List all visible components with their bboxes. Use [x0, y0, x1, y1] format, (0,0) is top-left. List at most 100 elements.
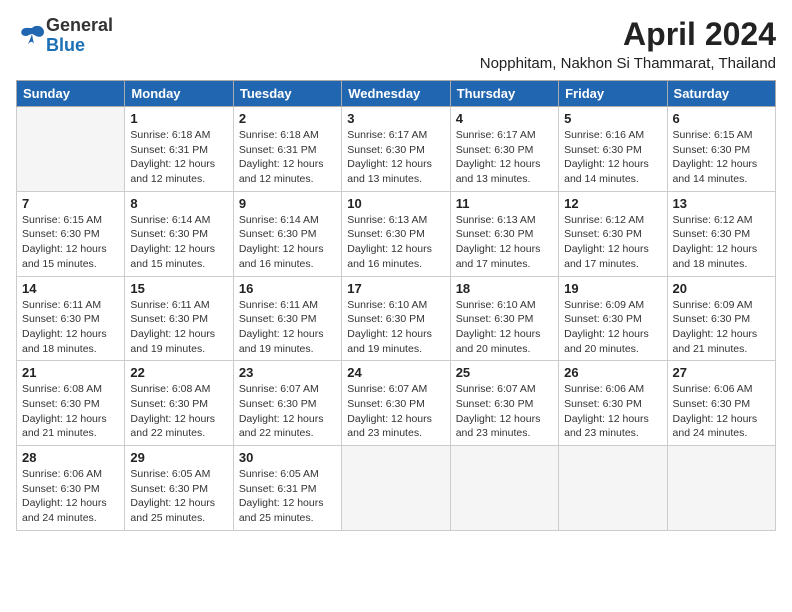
calendar-cell: 7Sunrise: 6:15 AMSunset: 6:30 PMDaylight…: [17, 191, 125, 276]
calendar-cell: 6Sunrise: 6:15 AMSunset: 6:30 PMDaylight…: [667, 107, 775, 192]
day-number: 5: [564, 111, 661, 126]
day-info: Sunrise: 6:13 AMSunset: 6:30 PMDaylight:…: [347, 213, 444, 272]
calendar-cell: 8Sunrise: 6:14 AMSunset: 6:30 PMDaylight…: [125, 191, 233, 276]
day-info: Sunrise: 6:07 AMSunset: 6:30 PMDaylight:…: [347, 382, 444, 441]
calendar-cell: 28Sunrise: 6:06 AMSunset: 6:30 PMDayligh…: [17, 446, 125, 531]
weekday-header: Monday: [125, 81, 233, 107]
calendar-cell: [450, 446, 558, 531]
calendar-week-row: 14 Sunrise: 6:11 AMSunset: 6:30 PMDayligh…: [17, 276, 776, 361]
calendar-cell: 27 Sunrise: 6:06 AMSunset: 6:30 PMDayligh…: [667, 361, 775, 446]
day-number: 4: [456, 111, 553, 126]
day-info: Sunrise: 6:06 AMSunset: 6:30 PMDaylight:…: [673, 382, 770, 441]
day-info: Sunrise: 6:07 AMSunset: 6:30 PMDaylight:…: [456, 382, 553, 441]
logo-text: General Blue: [46, 16, 113, 56]
day-number: 29: [130, 450, 227, 465]
day-info: Sunrise: 6:11 AMSunset: 6:30 PMDaylight:…: [22, 298, 119, 357]
day-info: Sunrise: 6:05 AMSunset: 6:30 PMDaylight:…: [130, 467, 227, 526]
day-info: Sunrise: 6:11 AMSunset: 6:30 PMDaylight:…: [239, 298, 336, 357]
calendar-cell: [559, 446, 667, 531]
day-info: Sunrise: 6:05 AMSunset: 6:31 PMDaylight:…: [239, 467, 336, 526]
day-number: 21: [22, 365, 119, 380]
day-number: 12: [564, 196, 661, 211]
day-info: Sunrise: 6:12 AMSunset: 6:30 PMDaylight:…: [673, 213, 770, 272]
day-info: Sunrise: 6:14 AMSunset: 6:30 PMDaylight:…: [130, 213, 227, 272]
calendar-week-row: 28Sunrise: 6:06 AMSunset: 6:30 PMDayligh…: [17, 446, 776, 531]
day-number: 3: [347, 111, 444, 126]
day-info: Sunrise: 6:09 AMSunset: 6:30 PMDaylight:…: [564, 298, 661, 357]
day-info: Sunrise: 6:10 AMSunset: 6:30 PMDaylight:…: [347, 298, 444, 357]
calendar-cell: 4 Sunrise: 6:17 AMSunset: 6:30 PMDaylight…: [450, 107, 558, 192]
calendar-cell: 30 Sunrise: 6:05 AMSunset: 6:31 PMDayligh…: [233, 446, 341, 531]
calendar-cell: 5 Sunrise: 6:16 AMSunset: 6:30 PMDaylight…: [559, 107, 667, 192]
day-number: 30: [239, 450, 336, 465]
weekday-header-row: SundayMondayTuesdayWednesdayThursdayFrid…: [17, 81, 776, 107]
calendar-cell: 29 Sunrise: 6:05 AMSunset: 6:30 PMDayligh…: [125, 446, 233, 531]
calendar-cell: 17Sunrise: 6:10 AMSunset: 6:30 PMDayligh…: [342, 276, 450, 361]
day-info: Sunrise: 6:08 AMSunset: 6:30 PMDaylight:…: [22, 382, 119, 441]
calendar-cell: 15 Sunrise: 6:11 AMSunset: 6:30 PMDayligh…: [125, 276, 233, 361]
weekday-header: Tuesday: [233, 81, 341, 107]
calendar-cell: 24 Sunrise: 6:07 AMSunset: 6:30 PMDayligh…: [342, 361, 450, 446]
calendar-week-row: 1 Sunrise: 6:18 AMSunset: 6:31 PMDaylight…: [17, 107, 776, 192]
day-info: Sunrise: 6:12 AMSunset: 6:30 PMDaylight:…: [564, 213, 661, 272]
day-info: Sunrise: 6:17 AMSunset: 6:30 PMDaylight:…: [456, 128, 553, 187]
day-number: 15: [130, 281, 227, 296]
weekday-header: Thursday: [450, 81, 558, 107]
calendar-cell: 14 Sunrise: 6:11 AMSunset: 6:30 PMDayligh…: [17, 276, 125, 361]
day-number: 6: [673, 111, 770, 126]
day-info: Sunrise: 6:16 AMSunset: 6:30 PMDaylight:…: [564, 128, 661, 187]
location-subtitle: Nopphitam, Nakhon Si Thammarat, Thailand: [480, 55, 776, 72]
day-number: 2: [239, 111, 336, 126]
day-number: 18: [456, 281, 553, 296]
calendar-cell: [342, 446, 450, 531]
day-info: Sunrise: 6:15 AMSunset: 6:30 PMDaylight:…: [22, 213, 119, 272]
day-number: 25: [456, 365, 553, 380]
day-number: 14: [22, 281, 119, 296]
calendar-table: SundayMondayTuesdayWednesdayThursdayFrid…: [16, 80, 776, 531]
day-number: 23: [239, 365, 336, 380]
day-info: Sunrise: 6:18 AMSunset: 6:31 PMDaylight:…: [239, 128, 336, 187]
calendar-cell: 23 Sunrise: 6:07 AMSunset: 6:30 PMDayligh…: [233, 361, 341, 446]
title-block: April 2024 Nopphitam, Nakhon Si Thammara…: [480, 16, 776, 72]
calendar-cell: 25 Sunrise: 6:07 AMSunset: 6:30 PMDayligh…: [450, 361, 558, 446]
day-number: 9: [239, 196, 336, 211]
logo: General Blue: [16, 16, 113, 56]
weekday-header: Saturday: [667, 81, 775, 107]
logo-bird-icon: [18, 24, 46, 48]
calendar-cell: 22Sunrise: 6:08 AMSunset: 6:30 PMDayligh…: [125, 361, 233, 446]
calendar-cell: 11Sunrise: 6:13 AMSunset: 6:30 PMDayligh…: [450, 191, 558, 276]
calendar-cell: 1 Sunrise: 6:18 AMSunset: 6:31 PMDaylight…: [125, 107, 233, 192]
month-year-title: April 2024: [480, 16, 776, 53]
calendar-cell: [667, 446, 775, 531]
calendar-cell: 16 Sunrise: 6:11 AMSunset: 6:30 PMDayligh…: [233, 276, 341, 361]
calendar-cell: 18 Sunrise: 6:10 AMSunset: 6:30 PMDayligh…: [450, 276, 558, 361]
calendar-cell: 12 Sunrise: 6:12 AMSunset: 6:30 PMDayligh…: [559, 191, 667, 276]
day-info: Sunrise: 6:14 AMSunset: 6:30 PMDaylight:…: [239, 213, 336, 272]
day-info: Sunrise: 6:06 AMSunset: 6:30 PMDaylight:…: [22, 467, 119, 526]
day-info: Sunrise: 6:11 AMSunset: 6:30 PMDaylight:…: [130, 298, 227, 357]
day-number: 13: [673, 196, 770, 211]
day-number: 19: [564, 281, 661, 296]
day-info: Sunrise: 6:18 AMSunset: 6:31 PMDaylight:…: [130, 128, 227, 187]
calendar-cell: 10 Sunrise: 6:13 AMSunset: 6:30 PMDayligh…: [342, 191, 450, 276]
day-number: 11: [456, 196, 553, 211]
day-number: 1: [130, 111, 227, 126]
calendar-cell: 2 Sunrise: 6:18 AMSunset: 6:31 PMDaylight…: [233, 107, 341, 192]
calendar-week-row: 21 Sunrise: 6:08 AMSunset: 6:30 PMDayligh…: [17, 361, 776, 446]
day-info: Sunrise: 6:07 AMSunset: 6:30 PMDaylight:…: [239, 382, 336, 441]
day-info: Sunrise: 6:06 AMSunset: 6:30 PMDaylight:…: [564, 382, 661, 441]
calendar-cell: [17, 107, 125, 192]
day-info: Sunrise: 6:08 AMSunset: 6:30 PMDaylight:…: [130, 382, 227, 441]
weekday-header: Wednesday: [342, 81, 450, 107]
weekday-header: Friday: [559, 81, 667, 107]
day-number: 24: [347, 365, 444, 380]
day-number: 10: [347, 196, 444, 211]
day-number: 16: [239, 281, 336, 296]
day-info: Sunrise: 6:10 AMSunset: 6:30 PMDaylight:…: [456, 298, 553, 357]
calendar-cell: 3 Sunrise: 6:17 AMSunset: 6:30 PMDaylight…: [342, 107, 450, 192]
day-info: Sunrise: 6:17 AMSunset: 6:30 PMDaylight:…: [347, 128, 444, 187]
calendar-cell: 9 Sunrise: 6:14 AMSunset: 6:30 PMDaylight…: [233, 191, 341, 276]
day-number: 27: [673, 365, 770, 380]
calendar-cell: 21 Sunrise: 6:08 AMSunset: 6:30 PMDayligh…: [17, 361, 125, 446]
calendar-week-row: 7Sunrise: 6:15 AMSunset: 6:30 PMDaylight…: [17, 191, 776, 276]
